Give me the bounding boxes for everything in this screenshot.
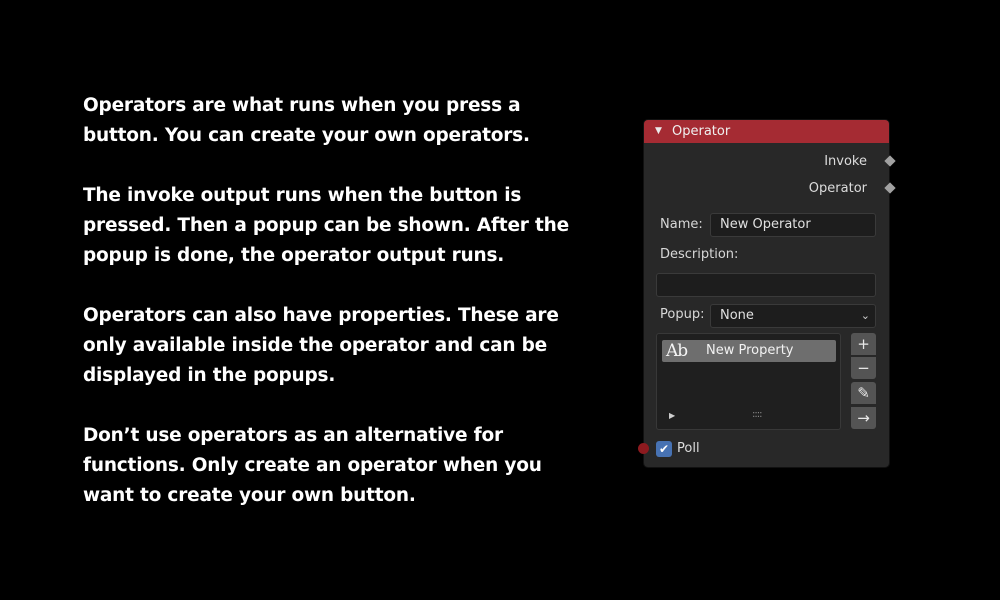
- operator-output-label: Operator: [808, 181, 867, 196]
- list-item[interactable]: Ab New Property: [662, 340, 836, 362]
- pencil-icon: ✎: [857, 384, 870, 402]
- poll-checkbox[interactable]: ✔: [656, 441, 672, 457]
- operator-node[interactable]: ▼ Operator Invoke Operator Name: New Ope…: [638, 120, 896, 467]
- collapse-triangle-icon[interactable]: ▼: [655, 126, 662, 136]
- node-header[interactable]: ▼ Operator: [644, 120, 889, 143]
- popup-label: Popup:: [660, 307, 705, 322]
- poll-input-socket[interactable]: [638, 443, 649, 454]
- paragraph-4: Don’t use operators as an alternative fo…: [83, 425, 542, 506]
- poll-label: Poll: [677, 441, 700, 456]
- edit-property-button[interactable]: ✎: [851, 382, 876, 404]
- name-label: Name:: [660, 217, 703, 232]
- description-label: Description:: [660, 247, 739, 262]
- node-title: Operator: [672, 124, 731, 139]
- paragraph-1: Operators are what runs when you press a…: [83, 95, 530, 146]
- resize-grip-icon[interactable]: ::::: [752, 409, 763, 420]
- description-text: Operators are what runs when you press a…: [83, 91, 583, 541]
- popup-value: None: [720, 308, 754, 323]
- chevron-down-icon: ⌄: [860, 309, 870, 322]
- paragraph-3: Operators can also have properties. Thes…: [83, 305, 559, 386]
- property-list[interactable]: Ab New Property ▶ ::::: [656, 333, 841, 430]
- arrow-right-icon: →: [857, 409, 870, 427]
- remove-property-button[interactable]: −: [851, 357, 876, 379]
- name-field[interactable]: New Operator: [710, 213, 876, 237]
- paragraph-2: The invoke output runs when the button i…: [83, 185, 569, 266]
- invoke-output-socket[interactable]: [884, 155, 896, 167]
- add-property-button[interactable]: +: [851, 333, 876, 355]
- plus-icon: +: [857, 335, 870, 353]
- property-name: New Property: [706, 343, 794, 358]
- move-property-button[interactable]: →: [851, 407, 876, 429]
- checkmark-icon: ✔: [658, 442, 670, 456]
- operator-output-socket[interactable]: [884, 182, 896, 194]
- string-property-icon: Ab: [666, 341, 688, 361]
- description-field[interactable]: [656, 273, 876, 297]
- popup-select[interactable]: None ⌄: [710, 304, 876, 328]
- invoke-output-label: Invoke: [824, 154, 867, 169]
- expand-triangle-icon[interactable]: ▶: [669, 411, 675, 420]
- minus-icon: −: [857, 359, 870, 377]
